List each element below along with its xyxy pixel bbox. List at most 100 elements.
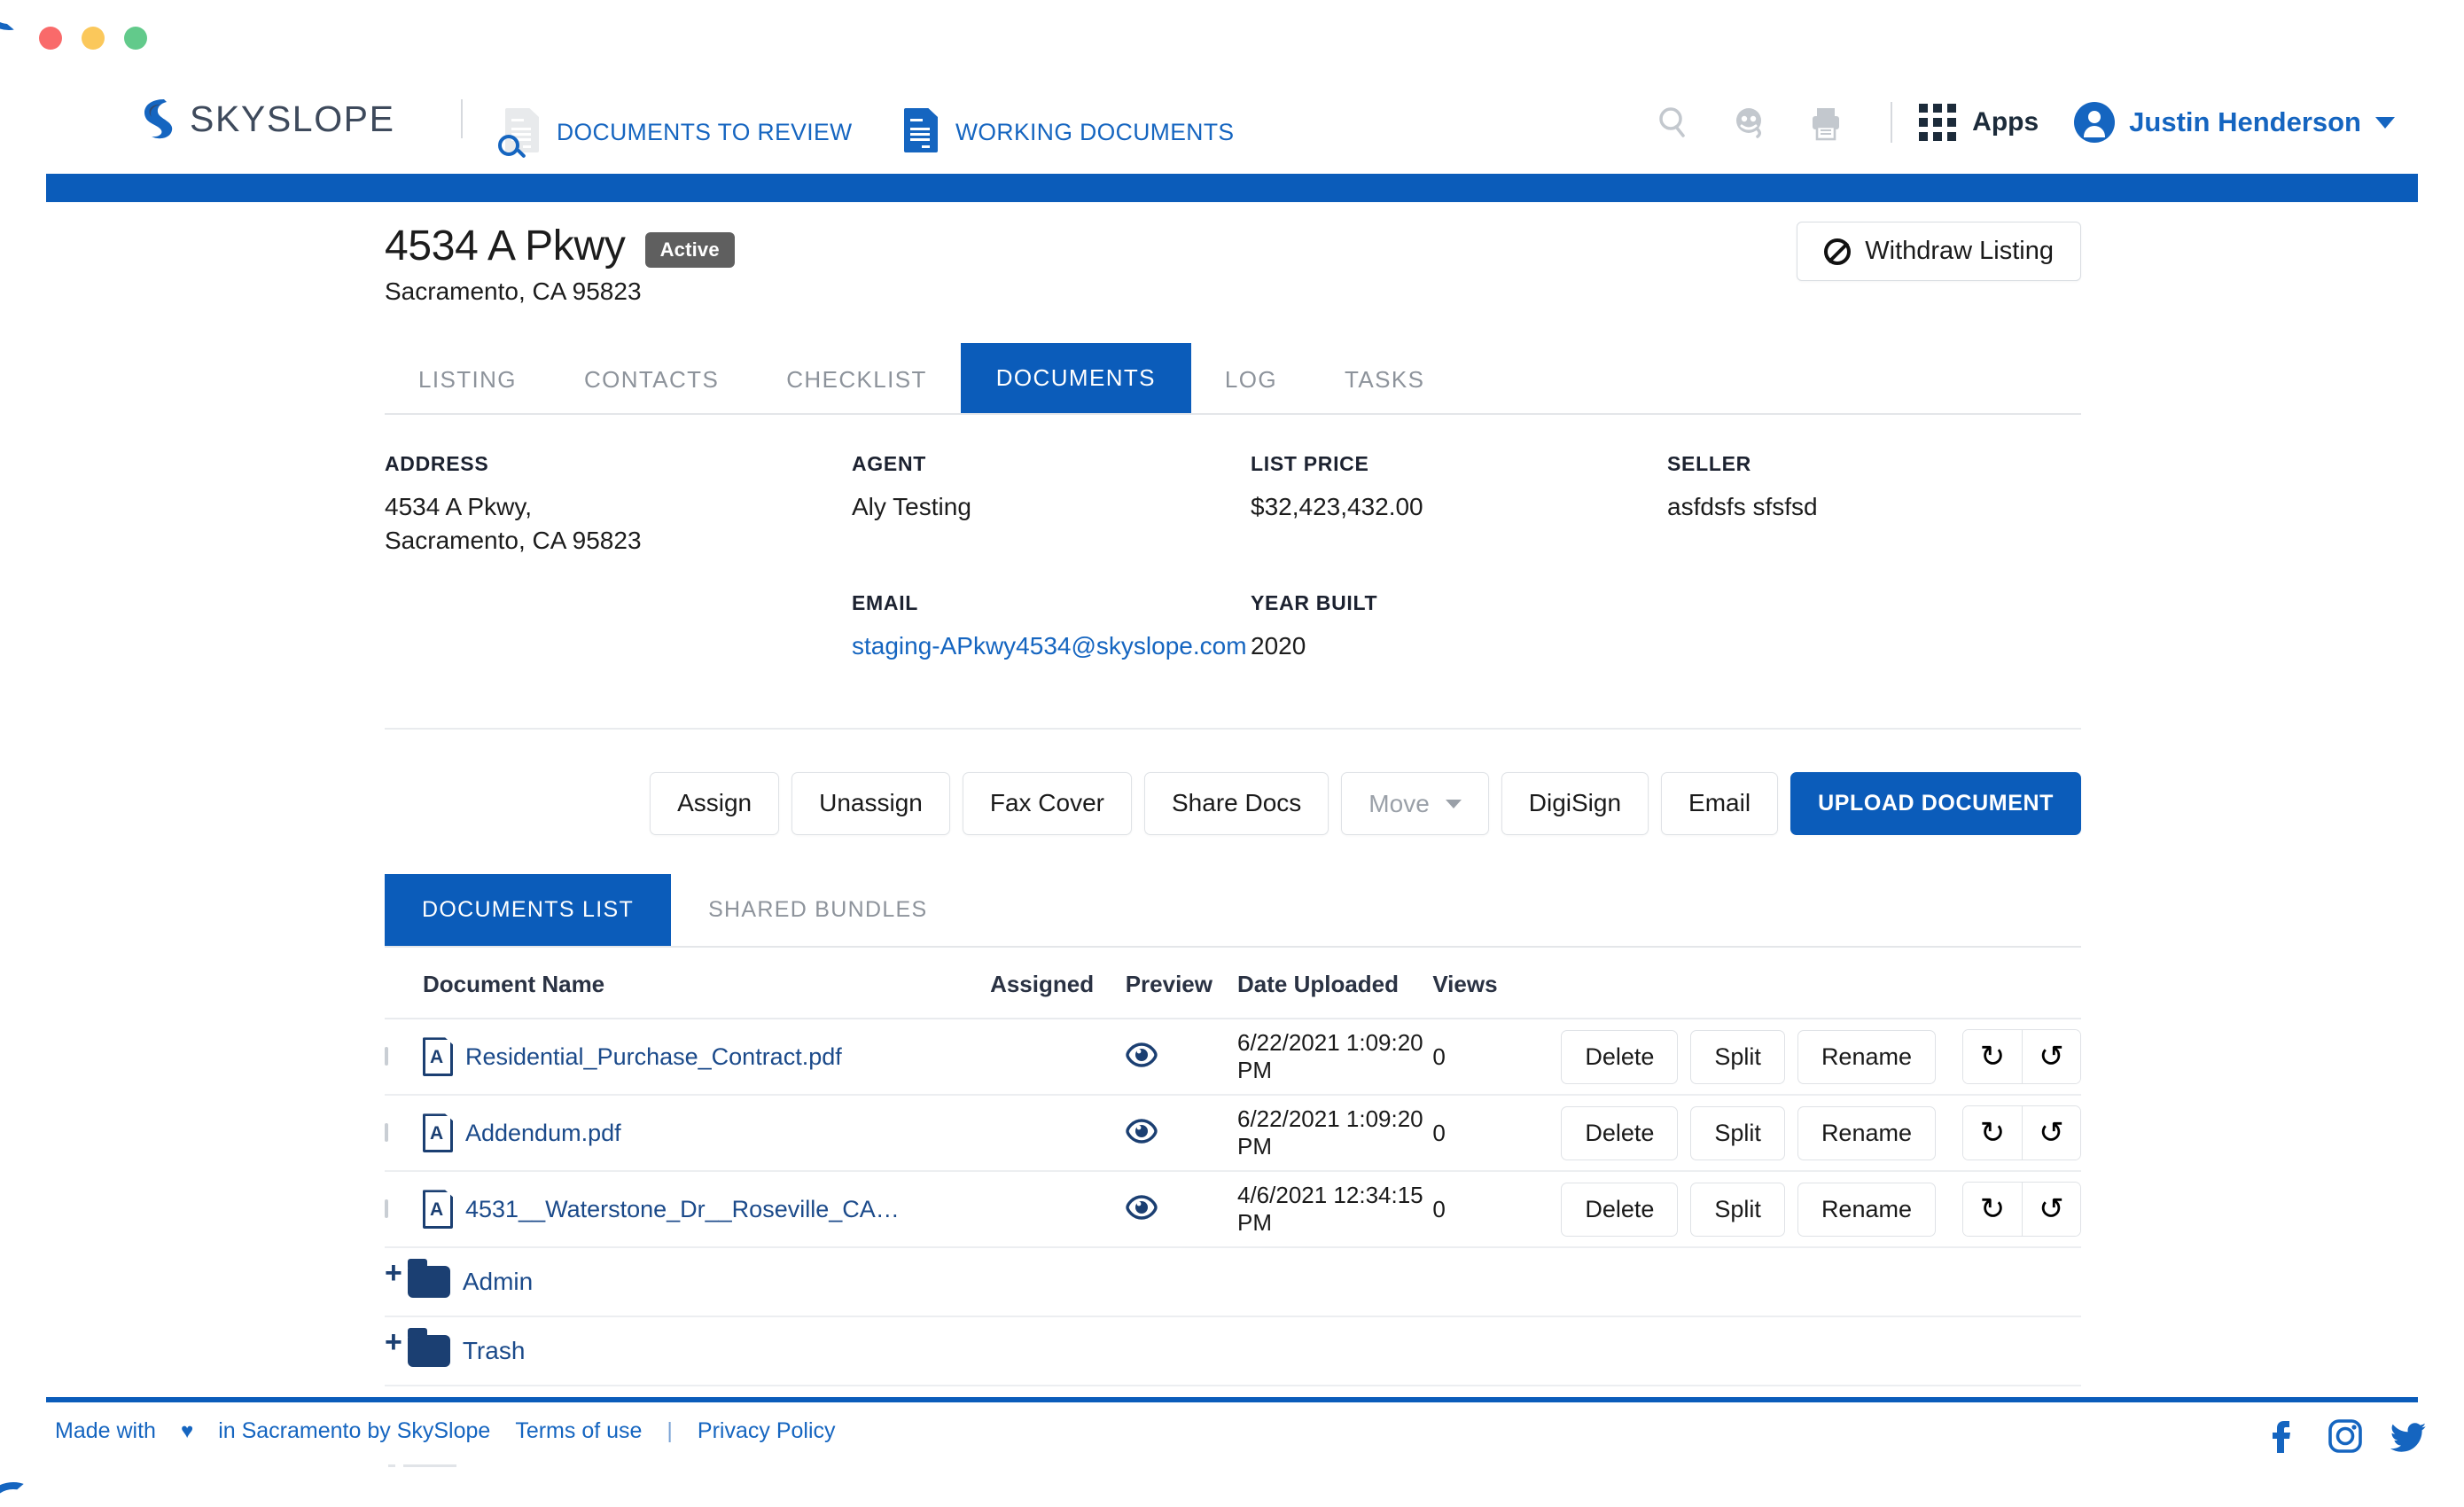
footer-rule xyxy=(46,1397,2418,1402)
withdraw-listing-label: Withdraw Listing xyxy=(1865,237,2054,266)
listing-details: ADDRESS 4534 A Pkwy, Sacramento, CA 9582… xyxy=(385,452,2081,730)
facebook-icon[interactable] xyxy=(2262,1417,2301,1456)
footer-separator: | xyxy=(667,1418,673,1444)
row-views: 0 xyxy=(1432,1171,1561,1247)
main-content: 4534 A Pkwy Active Sacramento, CA 95823 … xyxy=(385,222,2081,1386)
row-assigned xyxy=(990,1095,1126,1171)
documents-table: Document Name Assigned Preview Date Uplo… xyxy=(385,948,2081,1248)
detail-address-label: ADDRESS xyxy=(385,452,852,476)
listing-header: 4534 A Pkwy Active Sacramento, CA 95823 … xyxy=(385,222,2081,306)
tab-log[interactable]: LOG xyxy=(1191,347,1311,413)
eye-icon[interactable] xyxy=(1126,1119,1158,1144)
tab-shared-bundles[interactable]: SHARED BUNDLES xyxy=(671,874,964,946)
decorative-arc-bottom-left xyxy=(0,1482,44,1507)
rotate-counterclockwise-icon[interactable]: ↺ xyxy=(2022,1030,2080,1083)
skyslope-logo-mark xyxy=(135,96,177,142)
delete-button[interactable]: Delete xyxy=(1561,1106,1678,1160)
detail-list-price: LIST PRICE $32,423,432.00 xyxy=(1251,452,1667,558)
zoom-window-button[interactable] xyxy=(124,27,147,50)
footer-made-with-post: in Sacramento by SkySlope xyxy=(218,1418,490,1444)
assign-button[interactable]: Assign xyxy=(650,772,779,835)
tab-contacts[interactable]: CONTACTS xyxy=(550,347,752,413)
page-title: 4534 A Pkwy xyxy=(385,222,626,270)
nav-working-documents-label: WORKING DOCUMENTS xyxy=(955,119,1235,146)
folder-name-label[interactable]: Trash xyxy=(463,1337,526,1365)
delete-button[interactable]: Delete xyxy=(1561,1030,1678,1084)
unassign-button[interactable]: Unassign xyxy=(791,772,950,835)
detail-spacer-2 xyxy=(1667,591,2081,663)
row-checkbox[interactable] xyxy=(385,1047,388,1066)
row-assigned xyxy=(990,1171,1126,1247)
nav-documents-to-review[interactable]: DOCUMENTS TO REVIEW xyxy=(503,108,852,156)
pdf-icon: A xyxy=(423,1190,453,1229)
footer-decoration xyxy=(403,1464,456,1467)
column-assigned: Assigned xyxy=(990,948,1126,1019)
nav-working-documents[interactable]: WORKING DOCUMENTS xyxy=(902,108,1235,156)
minimize-window-button[interactable] xyxy=(82,27,105,50)
expand-folder-icon[interactable]: + xyxy=(385,1327,402,1357)
footer-decoration-small xyxy=(388,1464,395,1467)
rename-button[interactable]: Rename xyxy=(1797,1106,1936,1160)
split-button[interactable]: Split xyxy=(1690,1030,1785,1084)
twitter-icon[interactable] xyxy=(2390,1417,2429,1456)
nav-divider xyxy=(461,99,463,138)
document-name-link[interactable]: Addendum.pdf xyxy=(465,1120,621,1147)
skyslope-logo[interactable]: SKYSLOPE xyxy=(135,96,395,142)
document-name-link[interactable]: Residential_Purchase_Contract.pdf xyxy=(465,1043,842,1071)
document-name-link[interactable]: 4531__Waterstone_Dr__Roseville_CA… xyxy=(465,1196,900,1223)
apps-button[interactable]: Apps xyxy=(1919,104,2039,141)
row-views: 0 xyxy=(1432,1019,1561,1095)
detail-email-label: EMAIL xyxy=(852,591,1251,615)
rename-button[interactable]: Rename xyxy=(1797,1030,1936,1084)
table-row: A 4531__Waterstone_Dr__Roseville_CA… 4/6… xyxy=(385,1171,2081,1247)
rotate-counterclockwise-icon[interactable]: ↺ xyxy=(2022,1106,2080,1160)
instagram-icon[interactable] xyxy=(2326,1417,2365,1456)
folder-icon xyxy=(408,1335,450,1367)
expand-folder-icon[interactable]: + xyxy=(385,1258,402,1288)
detail-email-value[interactable]: staging-APkwy4534@skyslope.com xyxy=(852,629,1251,663)
split-button[interactable]: Split xyxy=(1690,1106,1785,1160)
close-window-button[interactable] xyxy=(39,27,62,50)
rotate-counterclockwise-icon[interactable]: ↺ xyxy=(2022,1183,2080,1236)
rotate-clockwise-icon[interactable]: ↻ xyxy=(1963,1183,2022,1236)
terms-of-use-link[interactable]: Terms of use xyxy=(515,1418,642,1444)
list-item[interactable]: + Admin xyxy=(385,1248,2081,1317)
row-date: 6/22/2021 1:09:20 PM xyxy=(1237,1019,1432,1095)
printer-icon[interactable] xyxy=(1788,96,1864,149)
move-dropdown[interactable]: Move xyxy=(1341,772,1488,835)
digisign-button[interactable]: DigiSign xyxy=(1501,772,1649,835)
folder-name-label[interactable]: Admin xyxy=(463,1268,533,1296)
delete-button[interactable]: Delete xyxy=(1561,1183,1678,1237)
fax-cover-button[interactable]: Fax Cover xyxy=(963,772,1132,835)
footer-social xyxy=(2262,1417,2429,1456)
privacy-policy-link[interactable]: Privacy Policy xyxy=(698,1418,836,1444)
support-headset-icon[interactable] xyxy=(1712,96,1788,149)
rotate-clockwise-icon[interactable]: ↻ xyxy=(1963,1030,2022,1083)
row-date: 6/22/2021 1:09:20 PM xyxy=(1237,1095,1432,1171)
share-docs-button[interactable]: Share Docs xyxy=(1144,772,1329,835)
row-checkbox[interactable] xyxy=(385,1199,388,1218)
tab-checklist[interactable]: CHECKLIST xyxy=(752,347,961,413)
user-menu[interactable]: Justin Henderson xyxy=(2074,102,2395,143)
tab-documents[interactable]: DOCUMENTS xyxy=(961,343,1191,413)
eye-icon[interactable] xyxy=(1126,1042,1158,1067)
detail-seller: SELLER asfdsfs sfsfsd xyxy=(1667,452,2081,558)
tab-listing[interactable]: LISTING xyxy=(385,347,550,413)
move-label: Move xyxy=(1368,790,1429,818)
detail-email: EMAIL staging-APkwy4534@skyslope.com xyxy=(852,591,1251,663)
detail-address: ADDRESS 4534 A Pkwy, Sacramento, CA 9582… xyxy=(385,452,852,558)
row-checkbox[interactable] xyxy=(385,1123,388,1142)
tab-tasks[interactable]: TASKS xyxy=(1311,347,1458,413)
tab-documents-list[interactable]: DOCUMENTS LIST xyxy=(385,874,671,946)
rename-button[interactable]: Rename xyxy=(1797,1183,1936,1237)
search-icon[interactable] xyxy=(1635,96,1712,149)
email-button[interactable]: Email xyxy=(1661,772,1778,835)
rotate-clockwise-icon[interactable]: ↻ xyxy=(1963,1106,2022,1160)
withdraw-listing-button[interactable]: Withdraw Listing xyxy=(1797,222,2081,281)
split-button[interactable]: Split xyxy=(1690,1183,1785,1237)
eye-icon[interactable] xyxy=(1126,1195,1158,1220)
upload-document-button[interactable]: UPLOAD DOCUMENT xyxy=(1790,772,2081,835)
list-item[interactable]: + Trash xyxy=(385,1317,2081,1386)
column-preview: Preview xyxy=(1126,948,1237,1019)
row-assigned xyxy=(990,1019,1126,1095)
